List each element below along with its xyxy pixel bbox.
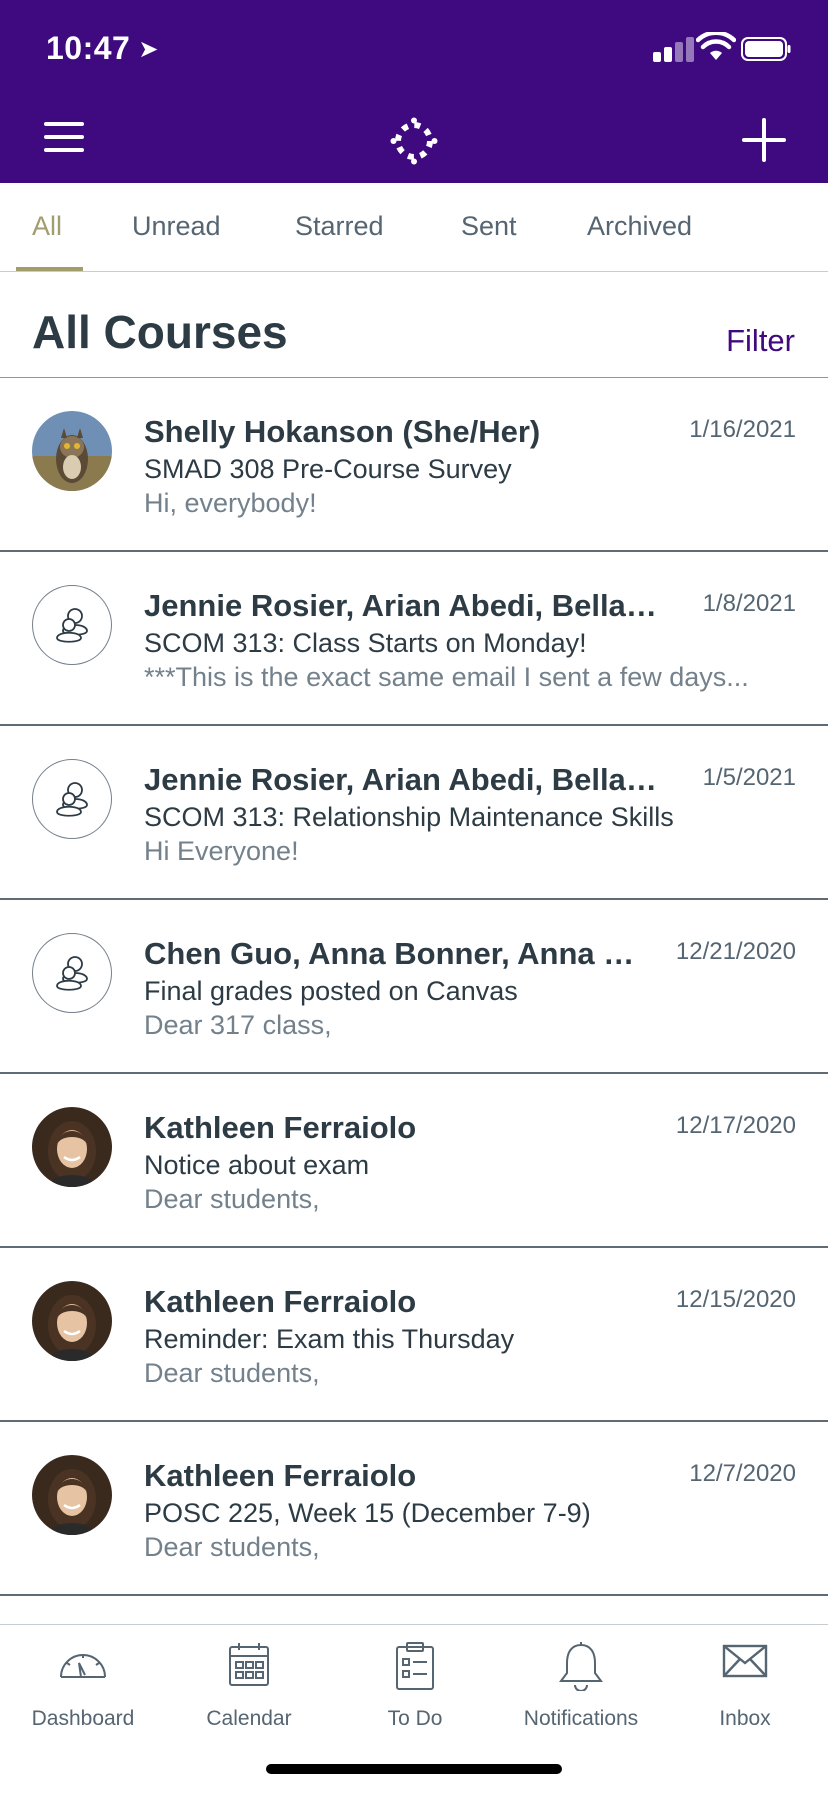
- tab-unread[interactable]: Unread: [132, 211, 221, 242]
- message-row[interactable]: Kathleen Ferraiolo 12/15/2020 Reminder: …: [0, 1248, 828, 1422]
- message-row[interactable]: Kathleen Ferraiolo 12/7/2020 POSC 225, W…: [0, 1422, 828, 1596]
- message-sender: Kathleen Ferraiolo: [144, 1458, 417, 1493]
- home-indicator: [266, 1764, 562, 1774]
- nav-inbox[interactable]: Inbox: [662, 1625, 828, 1745]
- message-sender: Shelly Hokanson (She/Her): [144, 414, 541, 449]
- message-preview: ***This is the exact same email I sent a…: [144, 662, 749, 692]
- group-icon: [32, 933, 112, 1013]
- todo-icon: [396, 1642, 434, 1690]
- message-subject: SMAD 308 Pre-Course Survey: [144, 454, 512, 484]
- message-row[interactable]: Jennie Rosier, Arian Abedi, Bella T... 1…: [0, 726, 828, 900]
- avatar-person-photo: [32, 1281, 112, 1361]
- status-time: 10:47 ➤: [46, 30, 159, 67]
- message-subject: Notice about exam: [144, 1150, 370, 1180]
- nav-dashboard[interactable]: Dashboard: [0, 1625, 166, 1745]
- message-date: 12/15/2020: [675, 1286, 796, 1313]
- hamburger-icon[interactable]: [44, 122, 84, 152]
- filter-button[interactable]: Filter: [726, 323, 795, 359]
- compose-plus-icon[interactable]: [742, 118, 786, 162]
- nav-label: Calendar: [206, 1707, 292, 1730]
- message-subject: POSC 225, Week 15 (December 7-9): [144, 1498, 591, 1528]
- message-preview: Dear 317 class,: [144, 1010, 332, 1040]
- message-subject: SCOM 313: Class Starts on Monday!: [144, 628, 587, 658]
- tab-sent[interactable]: Sent: [461, 211, 517, 242]
- message-date: 12/17/2020: [675, 1112, 796, 1139]
- top-bar: 10:47 ➤: [0, 0, 828, 183]
- nav-calendar[interactable]: Calendar: [166, 1625, 332, 1745]
- inbox-icon: [722, 1644, 768, 1678]
- inbox-tabs: All Unread Starred Sent Archived: [0, 183, 828, 272]
- message-date: 12/7/2020: [689, 1460, 796, 1487]
- message-subject: SCOM 313: Relationship Maintenance Skill…: [144, 802, 674, 832]
- bell-icon: [559, 1642, 603, 1691]
- avatar-person-photo: [32, 1455, 112, 1535]
- message-sender: Jennie Rosier, Arian Abedi, Bella T...: [144, 762, 664, 797]
- dashboard-icon: [60, 1654, 106, 1678]
- nav-todo[interactable]: To Do: [332, 1625, 498, 1745]
- message-subject: Reminder: Exam this Thursday: [144, 1324, 515, 1354]
- message-preview: Dear students,: [144, 1358, 320, 1388]
- status-time-text: 10:47: [46, 30, 131, 66]
- wifi-icon: [696, 32, 736, 60]
- nav-label: Inbox: [719, 1707, 771, 1730]
- avatar-owl-photo: [32, 411, 112, 491]
- message-date: 12/21/2020: [675, 938, 796, 965]
- group-icon: [32, 585, 112, 665]
- message-sender: Jennie Rosier, Arian Abedi, Bella T...: [144, 588, 664, 623]
- message-preview: Dear students,: [144, 1184, 320, 1214]
- calendar-icon: [229, 1643, 269, 1686]
- message-date: 1/8/2021: [702, 590, 796, 617]
- message-preview: Dear students,: [144, 1532, 320, 1562]
- message-date: 1/5/2021: [702, 764, 796, 791]
- message-row[interactable]: Shelly Hokanson (She/Her) 1/16/2021 SMAD…: [0, 378, 828, 552]
- nav-notifications[interactable]: Notifications: [498, 1625, 664, 1745]
- tab-all[interactable]: All: [32, 211, 62, 242]
- avatar-person-photo: [32, 1107, 112, 1187]
- group-icon: [32, 759, 112, 839]
- nav-label: Dashboard: [31, 1707, 135, 1730]
- message-preview: Hi Everyone!: [144, 836, 299, 866]
- message-sender: Chen Guo, Anna Bonner, Anna Ly...: [144, 936, 649, 971]
- message-preview: Hi, everybody!: [144, 488, 317, 518]
- message-row[interactable]: Chen Guo, Anna Bonner, Anna Ly... 12/21/…: [0, 900, 828, 1074]
- canvas-logo-icon: [390, 117, 438, 165]
- message-date: 1/16/2021: [689, 416, 796, 443]
- message-sender: Kathleen Ferraiolo: [144, 1110, 417, 1145]
- nav-label: Notifications: [523, 1707, 639, 1730]
- tab-starred[interactable]: Starred: [295, 211, 384, 242]
- nav-label: To Do: [387, 1707, 443, 1730]
- message-sender: Kathleen Ferraiolo: [144, 1284, 417, 1319]
- signal-icon: [653, 36, 695, 62]
- section-title: All Courses: [32, 306, 288, 358]
- tab-archived[interactable]: Archived: [587, 211, 692, 242]
- message-row[interactable]: Jennie Rosier, Arian Abedi, Bella T... 1…: [0, 552, 828, 726]
- message-list: Shelly Hokanson (She/Her) 1/16/2021 SMAD…: [0, 378, 828, 1596]
- location-arrow-icon: ➤: [138, 36, 159, 63]
- battery-icon: [741, 37, 791, 61]
- active-tab-indicator: [16, 267, 83, 271]
- message-subject: Final grades posted on Canvas: [144, 976, 518, 1006]
- message-row[interactable]: Kathleen Ferraiolo 12/17/2020 Notice abo…: [0, 1074, 828, 1248]
